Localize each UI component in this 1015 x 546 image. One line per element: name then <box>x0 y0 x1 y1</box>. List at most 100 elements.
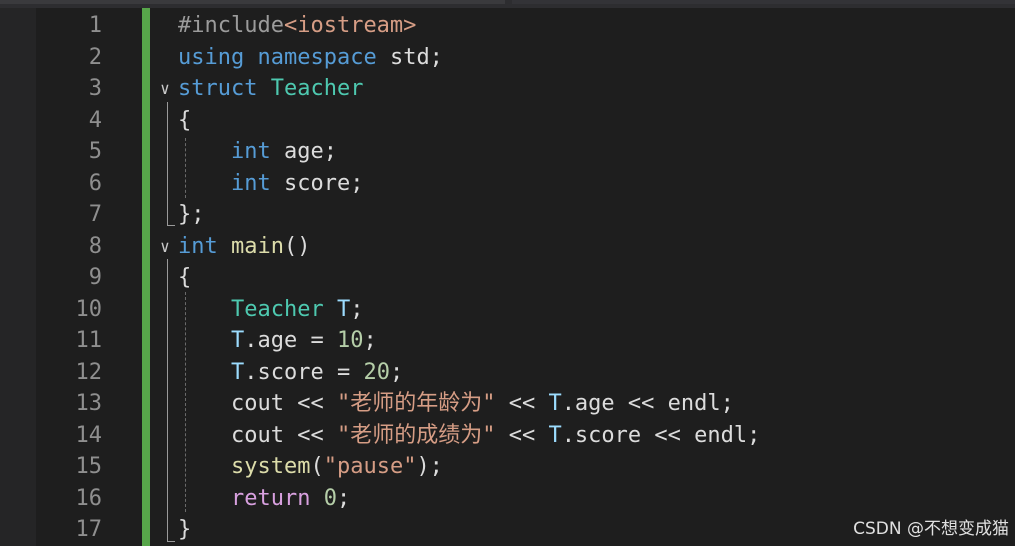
code-token: int <box>178 233 218 259</box>
code-text[interactable]: { <box>178 105 191 137</box>
code-text[interactable]: { <box>178 262 191 294</box>
code-line-10[interactable]: 10 Teacher T; <box>0 294 1015 326</box>
code-text[interactable]: cout << "老师的成绩为" << T.score << endl; <box>178 420 760 452</box>
line-number: 16 <box>75 485 103 511</box>
code-token: int <box>230 139 271 164</box>
code-token: main <box>231 233 284 259</box>
code-token: using <box>178 44 245 70</box>
code-text[interactable]: int main() <box>178 231 310 263</box>
code-token: T <box>336 296 351 322</box>
main-brace-guide <box>167 259 168 542</box>
code-text[interactable]: T.score = 20; <box>178 357 403 389</box>
code-text[interactable]: } <box>178 514 191 546</box>
code-token: Teacher <box>230 296 324 322</box>
code-line-2[interactable]: 2 using namespace std; <box>0 42 1015 74</box>
line-number: 13 <box>75 391 103 416</box>
code-token: ; <box>350 296 364 322</box>
line-number: 10 <box>75 296 103 322</box>
code-line-4[interactable]: 4{ <box>0 105 1015 137</box>
code-token: system <box>230 454 311 479</box>
code-token: #include <box>178 13 284 38</box>
code-editor[interactable]: 1 #include<iostream> 2 using namespace std;… <box>0 0 1015 546</box>
line-number: 1 <box>88 13 102 38</box>
code-line-7[interactable]: 7}; <box>0 199 1015 231</box>
code-line-14[interactable]: 14 cout << "老师的成绩为" << T.score << endl; <box>0 420 1015 452</box>
tab-left[interactable] <box>0 0 505 4</box>
code-text[interactable]: int age; <box>178 136 337 168</box>
line-number: 12 <box>75 359 103 385</box>
line-number: 5 <box>88 139 102 164</box>
code-text[interactable]: }; <box>178 199 205 231</box>
line-number: 6 <box>88 170 102 196</box>
line-number: 7 <box>88 202 102 227</box>
code-token: "老师的成绩为" <box>336 422 496 448</box>
code-token: .score << endl; <box>561 422 761 448</box>
main-indent-guide <box>185 292 186 512</box>
code-token: }; <box>178 202 205 227</box>
code-token: "pause" <box>323 454 417 479</box>
code-text[interactable]: return 0; <box>178 483 350 515</box>
code-token: namespace <box>257 44 377 70</box>
code-text[interactable]: struct Teacher <box>178 73 363 105</box>
code-token: .age = <box>244 328 337 353</box>
code-token: .score = <box>244 359 364 385</box>
code-token: 0 <box>323 485 337 511</box>
line-number: 4 <box>88 107 102 133</box>
struct-brace-guide <box>167 102 168 226</box>
code-token: 20 <box>363 359 390 385</box>
line-number: 9 <box>88 265 102 290</box>
chevron-down-icon[interactable]: ∨ <box>155 231 175 263</box>
code-token: age; <box>270 139 337 164</box>
code-token: cout << <box>178 391 337 416</box>
code-token: ; <box>336 485 351 511</box>
code-token: { <box>178 265 192 290</box>
tab-right[interactable] <box>512 0 1015 4</box>
code-token: T <box>230 359 245 385</box>
code-line-1[interactable]: 1 #include<iostream> <box>0 10 1015 42</box>
watermark: CSDN @不想变成猫 <box>853 519 1009 539</box>
code-text[interactable]: #include<iostream> <box>178 10 416 42</box>
line-number: 8 <box>88 233 102 259</box>
code-line-9[interactable]: 9{ <box>0 262 1015 294</box>
line-number: 17 <box>75 517 103 542</box>
code-line-8[interactable]: 8 ∨ int main() <box>0 231 1015 263</box>
struct-brace-guide-end <box>167 225 175 226</box>
code-line-16[interactable]: 16 return 0; <box>0 483 1015 515</box>
code-line-15[interactable]: 15 system("pause"); <box>0 451 1015 483</box>
code-text[interactable]: cout << "老师的年龄为" << T.age << endl; <box>178 388 734 420</box>
chevron-down-icon[interactable]: ∨ <box>155 73 175 105</box>
code-token: ; <box>363 328 377 353</box>
line-number: 3 <box>88 76 102 101</box>
code-line-5[interactable]: 5 int age; <box>0 136 1015 168</box>
code-text[interactable]: system("pause"); <box>178 451 443 483</box>
code-text[interactable]: T.age = 10; <box>178 325 377 357</box>
struct-indent-guide <box>185 138 186 198</box>
code-token: } <box>178 517 192 542</box>
code-token: score; <box>270 170 364 196</box>
code-line-6[interactable]: 6 int score; <box>0 168 1015 200</box>
code-line-11[interactable]: 11 T.age = 10; <box>0 325 1015 357</box>
code-line-13[interactable]: 13 cout << "老师的年龄为" << T.age << endl; <box>0 388 1015 420</box>
code-token: T <box>230 328 245 353</box>
code-token: ( <box>310 454 324 479</box>
code-text[interactable]: using namespace std; <box>178 42 443 74</box>
code-text[interactable]: Teacher T; <box>178 294 363 326</box>
tab-strip[interactable] <box>0 0 1015 8</box>
code-token: int <box>230 170 271 196</box>
code-token: <iostream> <box>283 13 417 38</box>
line-number: 11 <box>75 328 103 353</box>
line-number: 14 <box>75 422 103 448</box>
code-token: std; <box>376 44 443 70</box>
code-text[interactable]: int score; <box>178 168 363 200</box>
code-line-3[interactable]: 3 ∨ struct Teacher <box>0 73 1015 105</box>
code-line-12[interactable]: 12 T.score = 20; <box>0 357 1015 389</box>
line-number: 2 <box>88 44 102 70</box>
code-token: << <box>495 422 549 448</box>
code-token: ; <box>389 359 404 385</box>
main-brace-guide-end <box>167 541 175 542</box>
